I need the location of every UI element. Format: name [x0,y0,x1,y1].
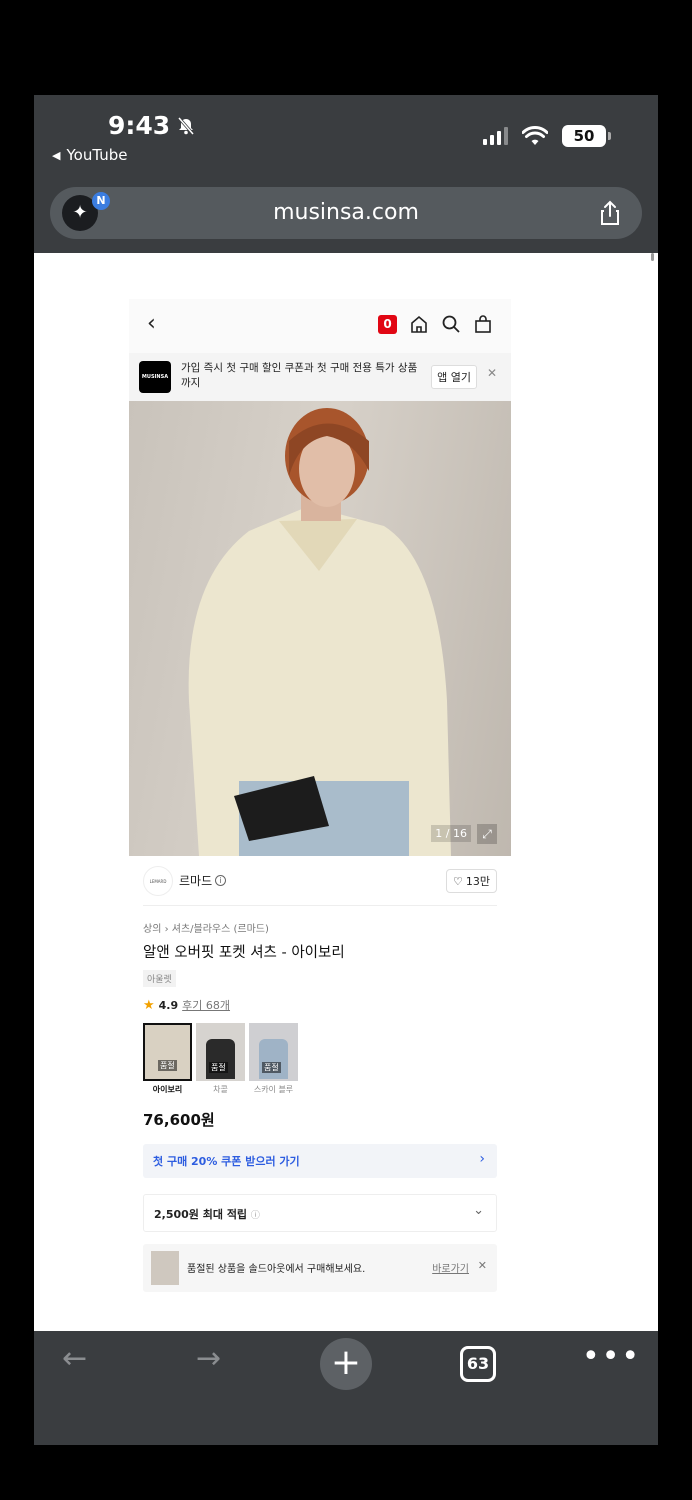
browser-toolbar: ← → + 63 ••• [34,1331,658,1445]
battery-icon: 50 [562,125,611,147]
soldout-label: 품절 [209,1062,228,1073]
forward-arrow-icon[interactable]: → [196,1341,221,1376]
header-actions: 0 [378,314,493,334]
rating-value: 4.9 [158,998,179,1012]
rating-row: ★ 4.9 후기 68개 [143,997,497,1013]
close-icon[interactable]: ✕ [478,1259,487,1272]
back-to-app[interactable]: ◀ YouTube [52,146,127,164]
product-title: 알앤 오버핏 포켓 셔츠 - 아이보리 [143,945,345,961]
info-circle-icon: ⓘ [250,1211,260,1221]
outlet-tag: 아울렛 [143,970,176,987]
expand-icon[interactable]: ⤢ [477,824,497,844]
web-content: ‹ 0 MUSINSA 가입 즉시 첫 구매 할인 쿠폰과 첫 구매 전용 특가… [34,253,658,1331]
search-icon[interactable] [441,314,461,334]
scroll-indicator [651,253,654,261]
home-icon[interactable] [409,314,429,334]
color-name: 스카이 블루 [253,1085,294,1094]
status-time: 9:43 [108,111,196,140]
product-image[interactable]: 1 / 16 ⤢ [129,401,511,856]
musinsa-logo: MUSINSA [139,361,171,393]
more-dots-icon[interactable]: ••• [582,1339,641,1374]
heart-icon: ♡ [453,874,463,888]
chevron-right-icon: › [479,1151,485,1167]
bell-slash-icon [178,116,195,135]
chevron-down-icon: ⌄ [473,1203,484,1218]
time-text: 9:43 [108,111,171,140]
product-info: LEMARD 르마드 i ♡ 13만 상의 › 셔츠/블라우스 (르마드) 알앤… [129,856,511,1292]
brand-name[interactable]: 르마드 [179,872,212,889]
color-name: 차콜 [213,1085,228,1094]
share-icon[interactable] [596,199,624,227]
app-install-banner: MUSINSA 가입 즉시 첫 구매 할인 쿠폰과 첫 구매 전용 특가 상품까… [129,353,511,401]
info-icon[interactable]: i [215,875,227,886]
color-options: 품절 아이보리 품절 차콜 품절 스카이 블루 [143,1023,497,1095]
soldout-text: 품절된 상품을 솔드아웃에서 구매해보세요. [187,1264,366,1275]
brand-row: LEMARD 르마드 i ♡ 13만 [143,856,497,906]
back-chevron-icon[interactable]: ‹ [147,311,156,336]
star-icon: ★ [143,997,155,1013]
color-option-charcoal[interactable]: 품절 차콜 [196,1023,245,1095]
image-counter: 1 / 16 [431,825,471,842]
cart-count-badge[interactable]: 0 [378,314,397,334]
status-indicators: 50 [483,125,611,147]
price: 76,600원 [143,1111,215,1129]
wifi-icon [522,126,548,145]
color-option-ivory[interactable]: 품절 아이보리 [143,1023,192,1095]
color-name: 아이보리 [152,1085,183,1094]
back-arrow-icon[interactable]: ← [62,1341,87,1376]
cell-signal-icon [483,127,508,145]
promo-text: 가입 즉시 첫 구매 할인 쿠폰과 첫 구매 전용 특가 상품까지 [181,362,418,389]
points-value: 2,500원 최대 적립 [154,1208,248,1221]
address-bar[interactable]: ✦ N musinsa.com [50,187,642,239]
coupon-banner[interactable]: 첫 구매 20% 쿠폰 받으러 가기 › [143,1144,497,1178]
tabs-button[interactable]: 63 [460,1346,496,1382]
like-button[interactable]: ♡ 13만 [446,869,497,893]
url-text[interactable]: musinsa.com [50,200,642,225]
brand-logo[interactable]: LEMARD [143,865,173,896]
close-icon[interactable]: ✕ [487,366,497,380]
soldout-label: 품절 [158,1060,177,1071]
breadcrumb[interactable]: 상의 › 셔츠/블라우스 (르마드) [143,920,497,935]
status-bar: 9:43 ◀ YouTube 50 [34,95,658,187]
back-triangle-icon: ◀ [52,148,61,162]
back-app-label: YouTube [66,146,128,164]
color-option-skyblue[interactable]: 품절 스카이 블루 [249,1023,298,1095]
coupon-text: 첫 구매 20% 쿠폰 받으러 가기 [153,1155,300,1168]
soldout-banner: 품절된 상품을 솔드아웃에서 구매해보세요. 바로가기 ✕ [143,1244,497,1292]
model-photo [188,408,451,856]
shopping-bag-icon[interactable] [473,314,493,334]
points-dropdown[interactable]: 2,500원 최대 적립 ⓘ ⌄ [143,1194,497,1232]
phone-screen: 9:43 ◀ YouTube 50 ✦ N musinsa.com ‹ 0 MU… [34,95,658,1445]
soldout-link[interactable]: 바로가기 [432,1260,469,1275]
review-link[interactable]: 후기 68개 [182,997,230,1013]
color-thumb: 품절 [249,1023,298,1081]
soldout-thumbnail [151,1251,179,1285]
points-text: 2,500원 최대 적립 ⓘ [154,1206,260,1222]
product-page: ‹ 0 MUSINSA 가입 즉시 첫 구매 할인 쿠폰과 첫 구매 전용 특가… [129,299,511,1292]
color-thumb: 품절 [143,1023,192,1081]
like-count: 13만 [465,875,490,888]
new-tab-plus-icon[interactable]: + [320,1338,372,1390]
color-thumb: 품절 [196,1023,245,1081]
open-app-button[interactable]: 앱 열기 [431,365,477,389]
soldout-label: 품절 [262,1062,281,1073]
site-header: ‹ 0 [129,299,511,353]
